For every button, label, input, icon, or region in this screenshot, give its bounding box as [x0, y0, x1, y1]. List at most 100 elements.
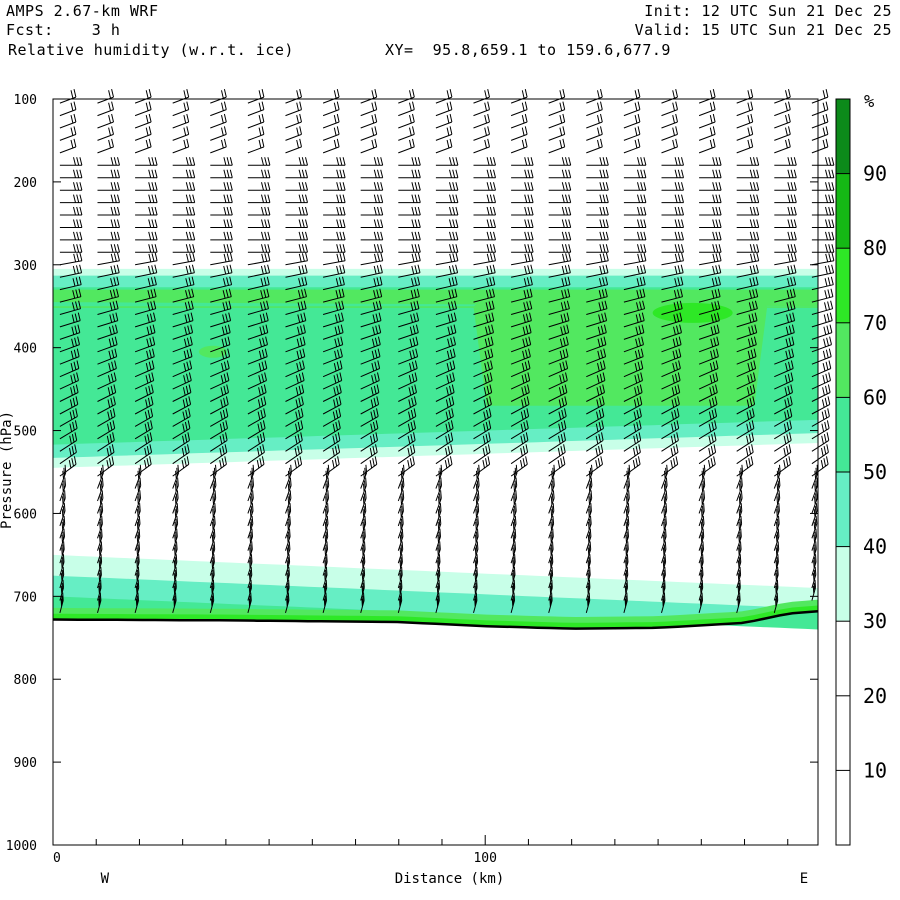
x-tick-label: 100 — [473, 851, 496, 866]
colorbar-tick-label: 90 — [863, 162, 887, 186]
colorbar-segment — [836, 695, 850, 771]
wind-barb — [210, 126, 227, 141]
wind-barb — [97, 169, 120, 179]
wind-barb — [811, 138, 829, 154]
wind-barb — [360, 88, 378, 104]
wind-barb — [774, 101, 791, 117]
wind-barb — [59, 231, 83, 241]
wind-barb — [97, 244, 120, 253]
wind-barb — [586, 182, 609, 191]
wind-barb — [285, 219, 308, 228]
colorbar-unit: % — [864, 92, 874, 112]
wind-barb — [699, 169, 722, 179]
wind-barb — [398, 244, 421, 253]
wind-barb — [285, 182, 308, 191]
wind-barb — [247, 169, 271, 179]
wind-barb — [285, 126, 302, 141]
wind-barb — [135, 219, 158, 228]
colorbar-tick-label: 80 — [863, 236, 887, 260]
wind-barb — [435, 182, 459, 191]
wind-barb — [59, 157, 83, 166]
wind-barb — [59, 126, 77, 141]
wind-barb — [774, 182, 797, 191]
wind-barb — [247, 219, 271, 228]
wind-barb — [736, 157, 760, 166]
wind-barb — [548, 182, 572, 191]
wind-barb — [398, 169, 421, 179]
wind-barb — [59, 244, 83, 253]
wind-barb — [698, 444, 717, 465]
colorbar-segment — [836, 99, 850, 174]
wind-barb — [323, 206, 346, 216]
wind-barb — [323, 252, 346, 266]
wind-barb — [247, 126, 265, 141]
wind-barb — [435, 456, 453, 477]
wind-barb — [586, 88, 603, 104]
wind-barb — [661, 169, 684, 179]
wind-barb — [473, 157, 496, 166]
wind-barb — [59, 101, 77, 117]
wind-barb — [623, 113, 641, 129]
wind-barb — [172, 252, 196, 266]
wind-barb — [435, 194, 459, 204]
wind-barb — [661, 88, 678, 104]
wind-barb — [135, 169, 158, 179]
wind-barb — [435, 231, 459, 241]
wind-barb — [398, 138, 415, 154]
y-tick-label: 900 — [14, 756, 37, 771]
wind-barb — [172, 169, 196, 179]
wind-barb — [435, 113, 453, 129]
wind-barb — [736, 88, 754, 104]
wind-barb — [473, 252, 496, 266]
wind-barb — [172, 182, 196, 191]
wind-barb — [811, 206, 835, 216]
wind-barb — [623, 126, 641, 141]
wind-barb — [360, 231, 384, 241]
wind-barb — [586, 126, 603, 141]
wind-barb — [811, 157, 835, 166]
wind-barb — [135, 231, 158, 241]
wind-barb — [548, 138, 566, 154]
wind-barb — [473, 231, 496, 241]
wind-barb — [285, 88, 302, 104]
wind-barb — [510, 88, 528, 104]
wind-barb — [135, 244, 158, 253]
colorbar-tick-label: 20 — [863, 684, 887, 708]
wind-barb — [135, 157, 158, 166]
wind-barb — [586, 252, 609, 266]
wind-barb — [736, 138, 754, 154]
wind-barb — [774, 169, 797, 179]
y-tick-label: 100 — [14, 93, 37, 108]
wind-barb — [586, 456, 603, 477]
wind-barb — [699, 252, 722, 266]
colorbar-tick-label: 50 — [863, 460, 887, 484]
wind-barb — [360, 206, 384, 216]
wind-barb — [97, 194, 120, 204]
wind-barb — [322, 126, 340, 141]
wind-barb — [285, 252, 308, 266]
wind-barb — [172, 88, 190, 104]
wind-barb — [736, 101, 754, 117]
wind-barb — [285, 194, 308, 204]
wind-barb — [586, 206, 609, 216]
wind-barb — [135, 206, 158, 216]
wind-barb — [661, 219, 684, 228]
wind-barb — [285, 138, 302, 154]
wind-barb — [623, 194, 647, 204]
wind-barb — [699, 231, 722, 241]
wind-barb — [548, 194, 572, 204]
wind-barb — [360, 138, 378, 154]
wind-barb — [811, 252, 835, 266]
wind-barb — [247, 182, 271, 191]
wind-barb — [360, 126, 378, 141]
wind-barb — [548, 113, 566, 129]
wind-barb — [548, 231, 572, 241]
wind-barb — [210, 252, 233, 266]
wind-barb — [172, 231, 196, 241]
wind-barb — [435, 219, 459, 228]
wind-barb — [435, 138, 453, 154]
wind-barb — [59, 182, 83, 191]
wind-barb — [811, 219, 835, 228]
wind-barb — [548, 244, 572, 253]
wind-barb — [473, 456, 491, 477]
